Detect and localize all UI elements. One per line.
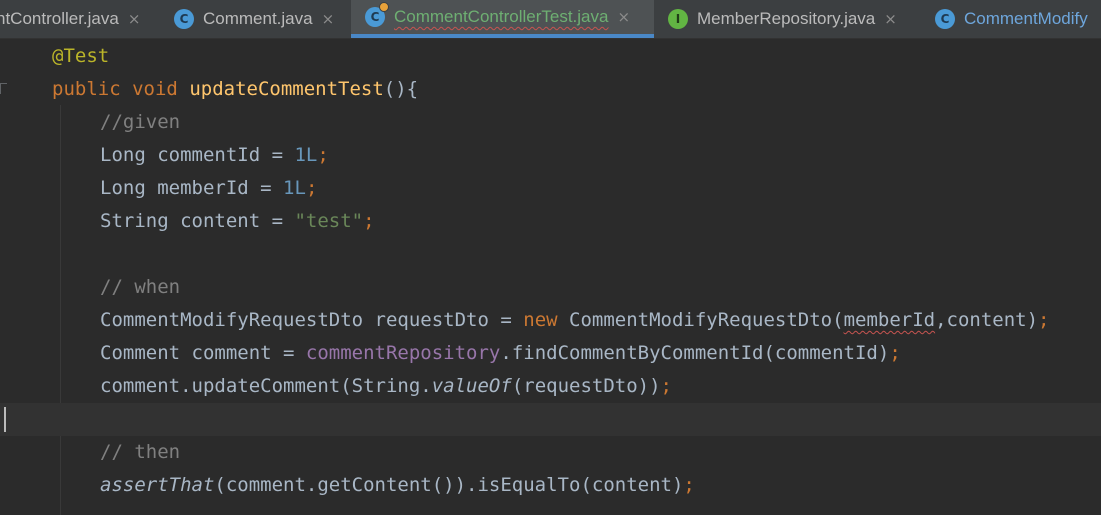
static-method-token: assertThat — [100, 474, 215, 496]
current-line[interactable] — [0, 403, 1101, 436]
static-method-token: valueOf — [431, 375, 512, 397]
close-icon[interactable]: × — [128, 10, 141, 28]
comment-token: // when — [100, 276, 181, 298]
code-text: .findCommentByCommentId(commentId) — [500, 342, 890, 364]
semicolon-token: ; — [305, 177, 318, 199]
code-line: comment.updateComment(String.valueOf(req… — [0, 370, 1101, 403]
number-token: 1L — [294, 144, 318, 166]
tab-label: Comment.java — [203, 9, 313, 28]
tab-label: CommentModify — [964, 9, 1088, 28]
code-editor[interactable]: @Test public void updateCommentTest(){ /… — [0, 39, 1101, 515]
warning-token: memberId — [843, 309, 936, 331]
code-text: Comment comment = — [100, 342, 306, 364]
semicolon-token: ; — [1038, 309, 1050, 331]
code-text: memberId = — [145, 177, 284, 199]
class-icon-letter: C — [370, 10, 380, 24]
code-line: //given — [0, 106, 1101, 139]
tab-label: ntController.java — [0, 9, 119, 28]
keyword-token: void — [132, 78, 178, 100]
tab-label: CommentControllerTest.java — [394, 7, 609, 26]
close-icon[interactable]: × — [617, 8, 630, 26]
class-icon: C — [174, 9, 194, 29]
close-icon[interactable]: × — [322, 10, 335, 28]
code-text: commentId = — [145, 144, 295, 166]
class-icon: C — [935, 9, 955, 29]
tab-label: MemberRepository.java — [697, 9, 876, 28]
code-line: public void updateCommentTest(){ — [0, 73, 1101, 106]
text-caret — [4, 407, 6, 432]
keyword-token: new — [523, 309, 558, 331]
tab-member-repository-java[interactable]: I MemberRepository.java × — [668, 0, 924, 38]
code-line: CommentModifyRequestDto requestDto = new… — [0, 304, 1101, 337]
tab-comment-modify[interactable]: C CommentModify — [935, 0, 1101, 38]
semicolon-token: ; — [660, 375, 672, 397]
code-text: (comment.getContent()).isEqualTo(content… — [214, 474, 684, 496]
code-text: (requestDto)) — [511, 375, 661, 397]
number-token: 1L — [283, 177, 306, 199]
run-badge-icon — [379, 2, 389, 12]
tab-comment-controller-test-java[interactable]: C CommentControllerTest.java × — [351, 0, 654, 38]
semicolon-token: ; — [317, 144, 329, 166]
semicolon-token: ; — [889, 342, 901, 364]
code-text: ,content) — [935, 309, 1039, 331]
method-name-token: updateCommentTest — [189, 78, 384, 100]
code-text: String content = — [100, 210, 295, 232]
editor-tab-bar: ntController.java × C Comment.java × C C… — [0, 0, 1101, 39]
comment-token: //given — [100, 111, 181, 133]
code-line: // then — [0, 436, 1101, 469]
test-class-icon: C — [365, 2, 389, 27]
code-line: Long commentId = 1L; — [0, 139, 1101, 172]
tab-comment-java[interactable]: C Comment.java × — [174, 0, 350, 38]
string-token: "test" — [294, 210, 364, 232]
punctuation-token: (){ — [383, 78, 419, 100]
code-line: String content = "test"; — [0, 205, 1101, 238]
comment-token: // then — [100, 441, 181, 463]
code-text: CommentModifyRequestDto( — [557, 309, 844, 331]
semicolon-token: ; — [683, 474, 695, 496]
tab-controller-java[interactable]: ntController.java × — [0, 0, 166, 38]
code-line: Comment comment = commentRepository.find… — [0, 337, 1101, 370]
semicolon-token: ; — [363, 210, 375, 232]
code-line: @Test — [0, 40, 1101, 73]
code-line: assertThat(comment.getContent()).isEqual… — [0, 469, 1101, 502]
type-token: Long — [100, 177, 146, 199]
ide-window: ntController.java × C Comment.java × C C… — [0, 0, 1101, 515]
code-line: // when — [0, 271, 1101, 304]
code-text: CommentModifyRequestDto requestDto = — [100, 309, 524, 331]
code-line: Long memberId = 1L; — [0, 172, 1101, 205]
close-icon[interactable]: × — [884, 10, 897, 28]
interface-icon: I — [668, 9, 688, 29]
code-text: comment.updateComment(String. — [100, 375, 432, 397]
keyword-token: public — [52, 78, 121, 100]
type-token: Long — [100, 144, 146, 166]
annotation-token: @Test — [52, 45, 110, 67]
field-token: commentRepository — [305, 342, 501, 364]
